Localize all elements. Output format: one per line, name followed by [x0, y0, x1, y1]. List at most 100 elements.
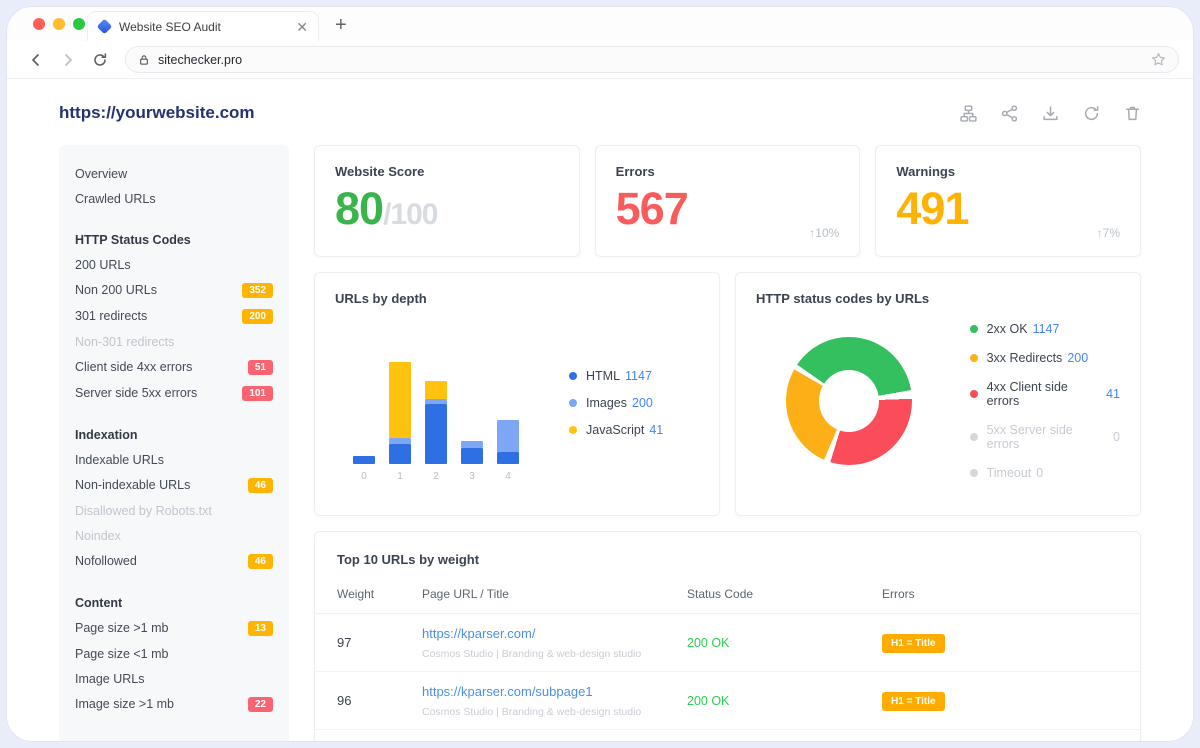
stat-number: 567 [616, 183, 688, 234]
legend-label: 3xx Redirects [987, 351, 1063, 365]
stat-trend: ↑7% [1097, 226, 1120, 240]
tab-close-icon[interactable]: ✕ [296, 20, 308, 34]
page-title-text: Cosmos Studio | Branding & web-design st… [422, 648, 687, 660]
legend-label: 5xx Server side errors [987, 423, 1108, 451]
sidebar-item[interactable]: Noindex [75, 523, 273, 548]
sidebar-item-label: Non-indexable URLs [75, 478, 190, 492]
share-icon[interactable] [1001, 105, 1018, 122]
sidebar-item[interactable]: Crawled URLs [75, 186, 273, 211]
bar-segment-html [353, 456, 375, 464]
legend-item[interactable]: 4xx Client side errors41 [970, 380, 1120, 408]
stat-trend: ↑10% [809, 226, 839, 240]
sidebar-item[interactable]: Page size <1 mb [75, 641, 273, 666]
url-text: sitechecker.pro [158, 53, 1143, 67]
sidebar-item[interactable]: Indexable URLs [75, 447, 273, 472]
back-button[interactable] [21, 45, 51, 75]
zoom-window-button[interactable] [73, 18, 85, 30]
table-header-cell: Status Code [687, 587, 882, 601]
sidebar-item[interactable]: Nofollowed46 [75, 548, 273, 574]
stat-value: 80/100 [335, 183, 559, 235]
audited-site-url[interactable]: https://yourwebsite.com [59, 103, 255, 123]
urls-by-depth-card: URLs by depth 01234 HTML1147Images200Jav… [314, 272, 720, 516]
legend-dot [970, 469, 978, 477]
count-badge: 22 [248, 697, 273, 712]
sidebar-item[interactable]: Page size >1 mb13 [75, 615, 273, 641]
legend-item: Timeout0 [970, 466, 1120, 480]
minimize-window-button[interactable] [53, 18, 65, 30]
count-badge: 101 [242, 386, 273, 401]
sidebar-item[interactable]: 200 URLs [75, 252, 273, 277]
stat-cards: Website Score80/100Errors567↑10%Warnings… [314, 145, 1141, 257]
page-url-link[interactable]: https://kparser.com/ [422, 626, 535, 641]
new-tab-button[interactable]: + [335, 15, 347, 35]
sidebar-item[interactable]: Non-indexable URLs 46 [75, 472, 273, 498]
download-icon[interactable] [1042, 105, 1059, 122]
bar [497, 420, 519, 464]
browser-tab[interactable]: Website SEO Audit ✕ [87, 11, 319, 41]
sidebar-item[interactable]: Image URLs [75, 666, 273, 691]
sidebar-section-title: Indexation [75, 422, 273, 447]
legend-value: 1147 [1033, 322, 1060, 336]
sidebar-item-label: Client side 4xx errors [75, 360, 192, 374]
bar-segment-html [497, 452, 519, 464]
sidebar-item-label: Nofollowed [75, 554, 137, 568]
legend-label: Timeout [987, 466, 1032, 480]
close-window-button[interactable] [33, 18, 45, 30]
legend-label: HTML [586, 369, 620, 383]
report-actions [960, 105, 1141, 122]
legend-value: 200 [632, 396, 653, 410]
sidebar-item[interactable]: Non 200 URLs352 [75, 277, 273, 303]
count-badge: 46 [248, 478, 273, 493]
url-cell: https://kparser.com/subpage1 Cosmos Studi… [422, 683, 687, 718]
sidebar-section-title: HTTP Status Codes [75, 227, 273, 252]
stat-number: 80 [335, 183, 383, 234]
legend-dot [970, 390, 978, 398]
trash-icon[interactable] [1124, 105, 1141, 122]
sidebar-item[interactable]: 301 redirects200 [75, 303, 273, 329]
legend-label: Images [586, 396, 627, 410]
table-row: 96https://kparser.com/subpage1 Cosmos Stu… [315, 672, 1140, 730]
sidebar-item[interactable]: Image size >1 mb22 [75, 691, 273, 717]
top-urls-card: Top 10 URLs by weight WeightPage URL / T… [314, 531, 1141, 741]
bar-chart-legend: HTML1147 Images 200 JavaScript41 [569, 369, 663, 437]
stat-label: Website Score [335, 164, 559, 179]
legend-label: JavaScript [586, 423, 644, 437]
reload-button[interactable] [85, 45, 115, 75]
table-header-cell: Errors [882, 587, 1118, 601]
sidebar-section-title: Content [75, 590, 273, 615]
bar [389, 362, 411, 464]
sidebar-item[interactable]: Client side 4xx errors 51 [75, 354, 273, 380]
count-badge: 51 [248, 360, 273, 375]
chart-title: URLs by depth [335, 291, 699, 306]
bar-segment-html [461, 448, 483, 464]
x-axis-tick: 3 [461, 471, 483, 482]
stat-value: 567 [616, 183, 840, 235]
sidebar-item[interactable]: Server side 5xx errors101 [75, 380, 273, 406]
sidebar-item[interactable]: Overview [75, 161, 273, 186]
table-title: Top 10 URLs by weight [337, 552, 1118, 567]
x-axis-tick: 1 [389, 471, 411, 482]
bar-segment-images [497, 420, 519, 452]
page-title-text: Cosmos Studio | Branding & web-design st… [422, 706, 687, 718]
address-bar: sitechecker.pro [7, 41, 1193, 79]
legend-item[interactable]: HTML1147 [569, 369, 663, 383]
legend-item[interactable]: Images 200 [569, 396, 663, 410]
bar-segment-images [389, 438, 411, 444]
url-input[interactable]: sitechecker.pro [125, 46, 1179, 73]
sitemap-icon[interactable] [960, 105, 977, 122]
stat-card: Warnings491↑7% [875, 145, 1141, 257]
forward-button[interactable] [53, 45, 83, 75]
sidebar-item[interactable]: Non-301 redirects [75, 329, 273, 354]
sidebar-item-label: Non 200 URLs [75, 283, 157, 297]
star-icon[interactable] [1151, 52, 1166, 67]
count-badge: 200 [242, 309, 273, 324]
url-weight: 96 [337, 693, 422, 708]
page-url-link[interactable]: https://kparser.com/subpage1 [422, 684, 593, 699]
legend-item[interactable]: 2xx OK1147 [970, 322, 1120, 336]
legend-item[interactable]: 3xx Redirects200 [970, 351, 1120, 365]
legend-item[interactable]: JavaScript41 [569, 423, 663, 437]
sidebar-item[interactable]: Disallowed by Robots.txt [75, 498, 273, 523]
refresh-icon[interactable] [1083, 105, 1100, 122]
status-code: 200 OK [687, 636, 882, 650]
tab-favicon-icon [97, 19, 113, 35]
